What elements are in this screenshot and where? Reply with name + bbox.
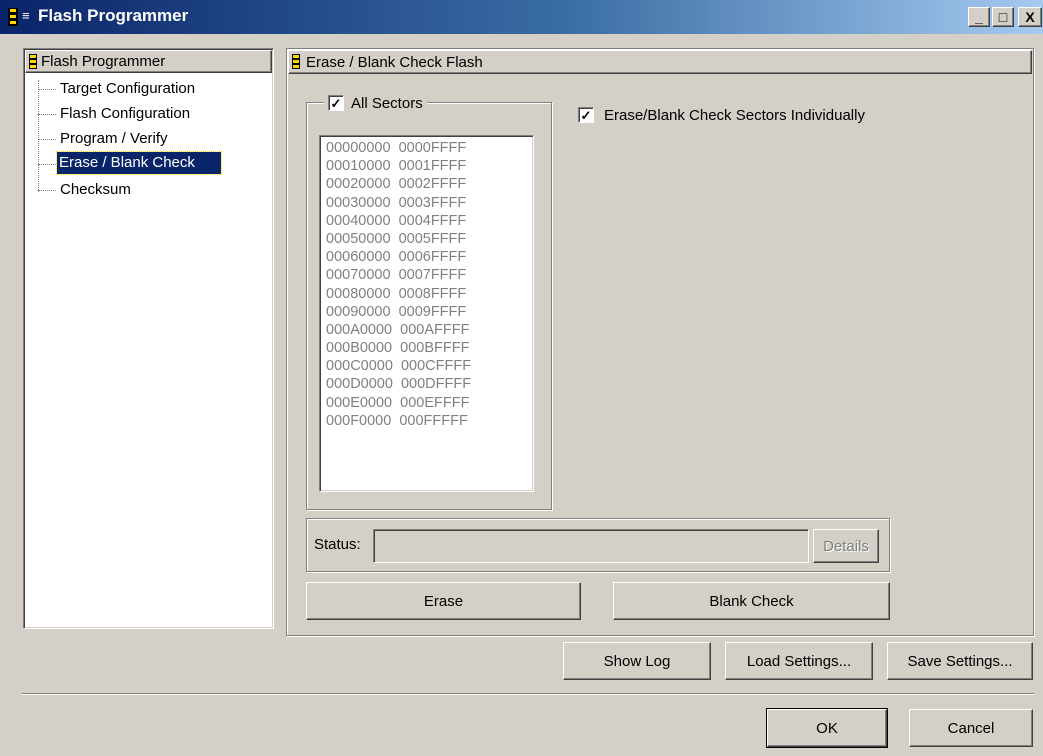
panel-header: Erase / Blank Check Flash xyxy=(288,50,1032,74)
status-field xyxy=(373,529,809,563)
sector-list-item[interactable]: 00030000 0003FFFF xyxy=(326,194,533,212)
ok-button[interactable]: OK xyxy=(766,708,888,748)
tree-branch xyxy=(38,114,56,115)
sector-list-item[interactable]: 00060000 0006FFFF xyxy=(326,248,533,266)
sector-list-item[interactable]: 000A0000 000AFFFF xyxy=(326,321,533,339)
all-sectors-checkbox-row[interactable]: ✓ All Sectors xyxy=(324,93,427,113)
sector-list-item[interactable]: 00010000 0001FFFF xyxy=(326,157,533,175)
save-settings-button[interactable]: Save Settings... xyxy=(887,642,1033,680)
individual-label: Erase/Blank Check Sectors Individually xyxy=(604,106,865,124)
sector-list-item[interactable]: 00000000 0000FFFF xyxy=(326,139,533,157)
tree-root-label: Flash Programmer xyxy=(41,53,166,70)
show-log-button[interactable]: Show Log xyxy=(563,642,711,680)
title-bar: ≡ Flash Programmer _ □ X xyxy=(0,0,1043,34)
sector-list-item[interactable]: 00070000 0007FFFF xyxy=(326,266,533,284)
sector-list-item[interactable]: 000F0000 000FFFFF xyxy=(326,412,533,430)
cancel-button[interactable]: Cancel xyxy=(909,709,1033,747)
close-button[interactable]: X xyxy=(1018,7,1042,27)
tree-branch xyxy=(38,164,56,165)
app-icon xyxy=(8,8,18,26)
chip-icon xyxy=(29,54,37,69)
sector-list-item[interactable]: 00020000 0002FFFF xyxy=(326,175,533,193)
sector-list[interactable]: 00000000 0000FFFF 00010000 0001FFFF 000200… xyxy=(319,135,534,492)
sector-list-item[interactable]: 000E0000 000EFFFF xyxy=(326,394,533,412)
system-menu-icon[interactable]: ≡ xyxy=(22,9,32,23)
blank-check-button[interactable]: Blank Check xyxy=(613,582,890,620)
sector-list-item[interactable]: 00080000 0008FFFF xyxy=(326,285,533,303)
chip-icon xyxy=(292,54,300,69)
tree-item-erase-blank-check[interactable]: Erase / Blank Check xyxy=(56,151,222,175)
all-sectors-checkbox[interactable]: ✓ xyxy=(328,95,344,111)
all-sectors-label: All Sectors xyxy=(351,94,423,112)
panel-title: Erase / Blank Check Flash xyxy=(306,54,483,71)
individual-checkbox-row[interactable]: ✓ Erase/Blank Check Sectors Individually xyxy=(578,105,865,125)
tree-item-flash-configuration[interactable]: Flash Configuration xyxy=(60,103,190,125)
load-settings-button[interactable]: Load Settings... xyxy=(725,642,873,680)
tree-branch xyxy=(38,139,56,140)
tree-item-target-configuration[interactable]: Target Configuration xyxy=(60,78,195,100)
sector-list-item[interactable]: 000B0000 000BFFFF xyxy=(326,339,533,357)
tree-branch xyxy=(38,190,56,191)
minimize-button[interactable]: _ xyxy=(968,7,990,27)
sector-list-item[interactable]: 00040000 0004FFFF xyxy=(326,212,533,230)
tree-connector xyxy=(38,80,39,192)
sector-list-item[interactable]: 000C0000 000CFFFF xyxy=(326,357,533,375)
window-title: Flash Programmer xyxy=(38,6,189,25)
sector-list-item[interactable]: 000D0000 000DFFFF xyxy=(326,375,533,393)
tree-item-checksum[interactable]: Checksum xyxy=(60,179,131,201)
tree-header[interactable]: Flash Programmer xyxy=(25,50,272,73)
footer-separator xyxy=(22,693,1034,695)
sector-list-item[interactable]: 00050000 0005FFFF xyxy=(326,230,533,248)
sector-list-item[interactable]: 00090000 0009FFFF xyxy=(326,303,533,321)
details-button[interactable]: Details xyxy=(813,529,879,563)
status-label: Status: xyxy=(314,536,361,553)
tree-branch xyxy=(38,89,56,90)
tree-item-program-verify[interactable]: Program / Verify xyxy=(60,128,168,150)
maximize-button[interactable]: □ xyxy=(992,7,1014,27)
individual-checkbox[interactable]: ✓ xyxy=(578,107,594,123)
erase-button[interactable]: Erase xyxy=(306,582,581,620)
